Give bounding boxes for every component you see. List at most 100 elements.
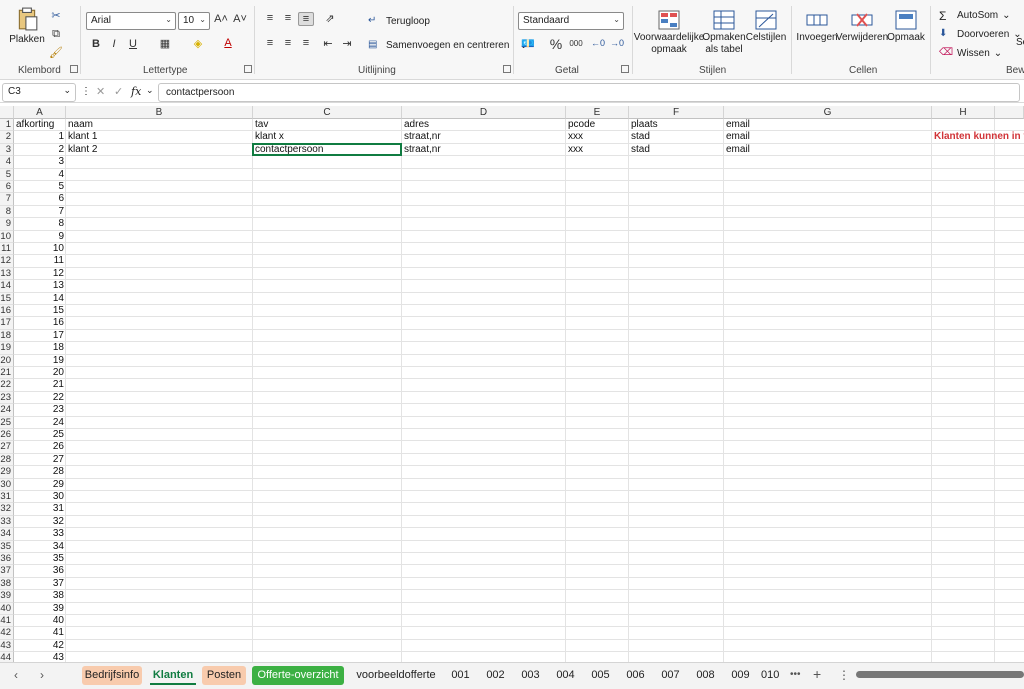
grow-font-icon[interactable]: A˄: [213, 13, 229, 25]
row-header[interactable]: 17: [0, 317, 14, 330]
row-header[interactable]: 26: [0, 429, 14, 442]
fill-color-icon[interactable]: ◈: [190, 37, 206, 50]
row-header[interactable]: 27: [0, 441, 14, 454]
cancel-icon[interactable]: ✕: [96, 85, 105, 98]
row-header[interactable]: 22: [0, 379, 14, 392]
sheet-tab[interactable]: 003: [517, 666, 544, 685]
insert-function-button[interactable]: fx: [131, 85, 141, 98]
cell-b1[interactable]: naam: [66, 119, 253, 131]
font-name-combo[interactable]: Arial ⌄: [86, 12, 176, 30]
row-header[interactable]: 28: [0, 453, 14, 467]
cell-a24[interactable]: 23: [14, 404, 66, 416]
cell-d1[interactable]: adres: [402, 119, 566, 131]
prev-sheet-icon[interactable]: ‹: [14, 668, 18, 682]
clipboard-launcher-icon[interactable]: [70, 65, 78, 73]
cell-g1[interactable]: email: [724, 119, 932, 131]
row-header[interactable]: 8: [0, 205, 14, 219]
cell-a26[interactable]: 25: [14, 429, 66, 441]
cell-a36[interactable]: 35: [14, 553, 66, 565]
row-header[interactable]: 32: [0, 503, 14, 516]
font-color-icon[interactable]: A: [220, 37, 236, 49]
cell-a14[interactable]: 13: [14, 280, 66, 292]
autosum-button[interactable]: Σ AutoSom ⌄: [939, 9, 1011, 23]
decrease-indent-icon[interactable]: ⇤: [320, 37, 336, 50]
cell-a33[interactable]: 32: [14, 516, 66, 528]
row-header[interactable]: 43: [0, 639, 14, 653]
align-bottom-icon[interactable]: ≡: [298, 12, 314, 26]
cell-a7[interactable]: 6: [14, 193, 66, 205]
italic-button[interactable]: I: [106, 38, 122, 50]
cell-a37[interactable]: 36: [14, 565, 66, 577]
select-all-corner[interactable]: [0, 106, 14, 119]
copy-icon[interactable]: ⧉: [48, 28, 64, 41]
row-header[interactable]: 31: [0, 491, 14, 504]
cell-c3[interactable]: contactpersoon: [253, 144, 402, 156]
wrap-text-button[interactable]: ↵ Terugloop: [368, 15, 430, 27]
sheet-tab[interactable]: 006: [622, 666, 649, 685]
row-header[interactable]: 24: [0, 404, 14, 417]
formula-input[interactable]: contactpersoon: [158, 83, 1020, 102]
cell-a8[interactable]: 7: [14, 206, 66, 218]
cell-a25[interactable]: 24: [14, 417, 66, 429]
insert-button[interactable]: Invoegen: [796, 10, 838, 44]
decrease-decimal-icon[interactable]: →0: [609, 38, 625, 48]
cell-a3[interactable]: 2: [14, 144, 66, 156]
alignment-launcher-icon[interactable]: [503, 65, 511, 73]
sheet-tab[interactable]: 001: [447, 666, 474, 685]
cell-a23[interactable]: 22: [14, 392, 66, 404]
more-options-icon[interactable]: ⋮: [81, 86, 91, 97]
align-top-icon[interactable]: ≡: [262, 12, 278, 24]
sheet-tab[interactable]: voorbeeldofferte: [350, 666, 442, 685]
row-header[interactable]: 37: [0, 565, 14, 578]
underline-button[interactable]: U: [125, 38, 141, 50]
cell-c1[interactable]: tav: [253, 119, 402, 131]
cell-b3[interactable]: klant 2: [66, 144, 253, 156]
row-header[interactable]: 9: [0, 218, 14, 231]
row-header[interactable]: 6: [0, 181, 14, 194]
cell-a6[interactable]: 5: [14, 181, 66, 193]
cell-a43[interactable]: 42: [14, 640, 66, 652]
cell-a40[interactable]: 39: [14, 603, 66, 615]
cell-a12[interactable]: 11: [14, 255, 66, 267]
sheet-tab[interactable]: 009: [727, 666, 754, 685]
sheet-tab[interactable]: 002: [482, 666, 509, 685]
cell-g2[interactable]: email: [724, 131, 932, 143]
merge-center-button[interactable]: ▤ Samenvoegen en centreren ⌄: [368, 39, 528, 51]
cell-a21[interactable]: 20: [14, 367, 66, 379]
row-header[interactable]: 33: [0, 515, 14, 529]
align-right-icon[interactable]: ≡: [298, 37, 314, 49]
row-header[interactable]: 16: [0, 305, 14, 318]
column-header-a[interactable]: A: [14, 106, 66, 119]
cell-a42[interactable]: 41: [14, 627, 66, 639]
row-header[interactable]: 42: [0, 627, 14, 640]
sheet-tab[interactable]: 005: [587, 666, 614, 685]
cell-a27[interactable]: 26: [14, 441, 66, 453]
cell-a13[interactable]: 12: [14, 268, 66, 280]
sheet-tab[interactable]: 008: [692, 666, 719, 685]
sort-filter-button[interactable]: So: [1016, 37, 1024, 48]
increase-decimal-icon[interactable]: ←0: [590, 38, 606, 48]
row-header[interactable]: 40: [0, 602, 14, 615]
sheet-tab[interactable]: Bedrijfsinfo: [82, 666, 142, 685]
delete-button[interactable]: Verwijderen: [836, 10, 888, 44]
row-header[interactable]: 21: [0, 367, 14, 380]
cell-a28[interactable]: 27: [14, 454, 66, 466]
row-header[interactable]: 34: [0, 528, 14, 541]
cell-a20[interactable]: 19: [14, 355, 66, 367]
align-left-icon[interactable]: ≡: [262, 37, 278, 49]
row-header[interactable]: 20: [0, 354, 14, 367]
sheet-tab[interactable]: 010: [761, 666, 783, 685]
cell-a32[interactable]: 31: [14, 503, 66, 515]
sheet-tab[interactable]: Offerte-overzicht: [252, 666, 344, 685]
cell-a10[interactable]: 9: [14, 231, 66, 243]
align-middle-icon[interactable]: ≡: [280, 12, 296, 24]
cell-e3[interactable]: xxx: [566, 144, 629, 156]
column-header-d[interactable]: D: [402, 106, 566, 119]
cell-c2[interactable]: klant x: [253, 131, 402, 143]
cell-a39[interactable]: 38: [14, 590, 66, 602]
sheet-tab[interactable]: 007: [657, 666, 684, 685]
row-header[interactable]: 23: [0, 391, 14, 405]
row-header[interactable]: 12: [0, 255, 14, 268]
cell-d2[interactable]: straat,nr: [402, 131, 566, 143]
row-header[interactable]: 10: [0, 230, 14, 243]
